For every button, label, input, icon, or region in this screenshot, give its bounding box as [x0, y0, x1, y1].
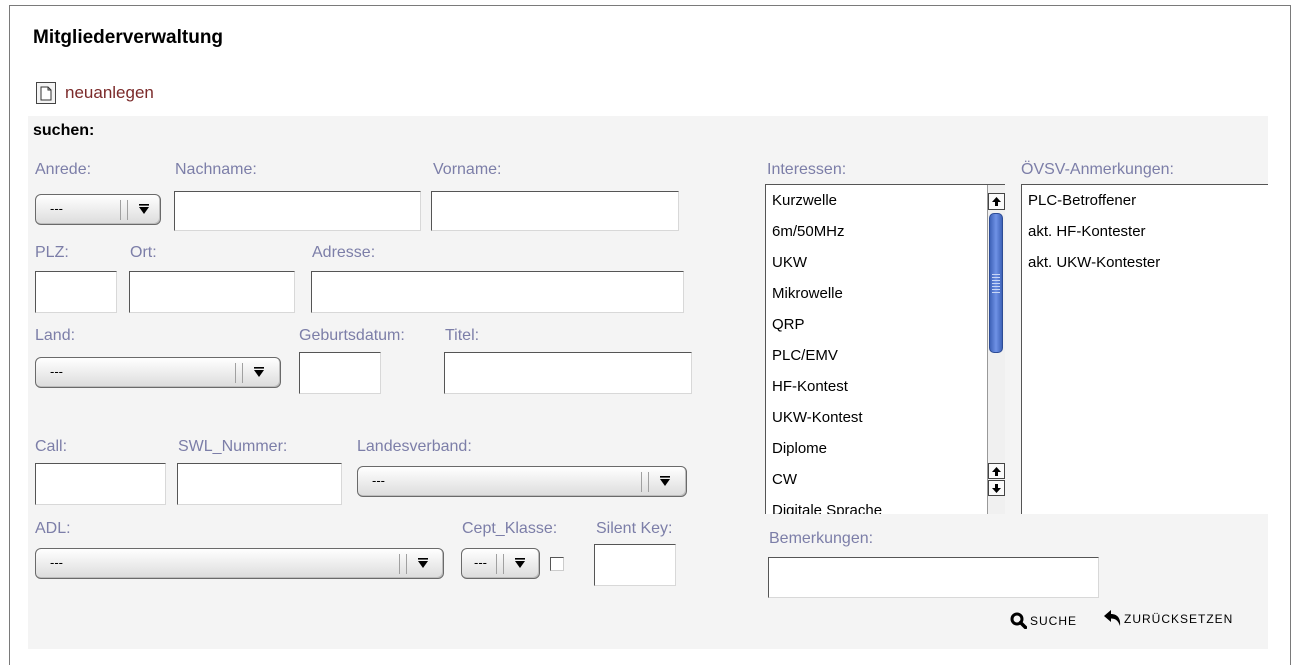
- plz-input[interactable]: [35, 271, 117, 313]
- list-item[interactable]: PLC/EMV: [766, 340, 988, 371]
- silent-key-label: Silent Key:: [596, 520, 673, 537]
- oevsv-listbox[interactable]: PLC-Betroffener akt. HF-Kontester akt. U…: [1021, 184, 1268, 514]
- ort-label: Ort:: [130, 244, 157, 261]
- interessen-scrollbar[interactable]: [987, 185, 1005, 514]
- anrede-label: Anrede:: [35, 161, 92, 178]
- vorname-input[interactable]: [431, 191, 679, 231]
- list-item[interactable]: 6m/50MHz: [766, 216, 988, 247]
- titel-input[interactable]: [444, 352, 692, 394]
- geburtsdatum-label: Geburtsdatum:: [299, 327, 405, 344]
- titel-label: Titel:: [445, 327, 480, 344]
- call-input[interactable]: [35, 463, 166, 505]
- undo-arrow-icon: [1103, 610, 1122, 627]
- new-entry-link[interactable]: neuanlegen: [65, 83, 154, 103]
- land-label: Land:: [35, 327, 76, 344]
- bemerkungen-label: Bemerkungen:: [769, 530, 874, 547]
- search-heading: suchen:: [33, 122, 95, 139]
- list-item[interactable]: Kurzwelle: [766, 185, 988, 216]
- reset-button-label: ZURÜCKSETZEN: [1124, 611, 1234, 626]
- list-item[interactable]: QRP: [766, 309, 988, 340]
- list-item[interactable]: HF-Kontest: [766, 371, 988, 402]
- page-title: Mitgliederverwaltung: [33, 27, 224, 48]
- adl-label: ADL:: [35, 520, 71, 537]
- select-grip: [235, 363, 243, 383]
- plz-label: PLZ:: [35, 244, 69, 261]
- vorname-label: Vorname:: [433, 161, 502, 178]
- list-item[interactable]: Diplome: [766, 433, 988, 464]
- ort-input[interactable]: [129, 271, 295, 313]
- bemerkungen-input[interactable]: [768, 557, 1099, 598]
- geburtsdatum-input[interactable]: [299, 352, 381, 394]
- document-icon[interactable]: [36, 82, 56, 104]
- reset-button[interactable]: ZURÜCKSETZEN: [1103, 610, 1233, 627]
- silent-key-checkbox[interactable]: [550, 557, 564, 571]
- chevron-down-icon[interactable]: [134, 199, 154, 219]
- list-item[interactable]: UKW-Kontest: [766, 402, 988, 433]
- adl-select-value: ---: [50, 555, 63, 570]
- list-item[interactable]: PLC-Betroffener: [1022, 185, 1268, 216]
- new-entry-link-group[interactable]: neuanlegen: [36, 80, 154, 106]
- landesverband-select[interactable]: ---: [357, 466, 687, 497]
- chevron-down-icon[interactable]: [413, 553, 433, 573]
- search-button-label: SUCHE: [1030, 613, 1078, 628]
- scroll-thumb[interactable]: [989, 213, 1003, 353]
- call-label: Call:: [35, 438, 68, 455]
- select-grip: [120, 200, 128, 220]
- chevron-down-icon[interactable]: [655, 471, 675, 491]
- list-item[interactable]: akt. UKW-Kontester: [1022, 247, 1268, 278]
- interessen-listbox[interactable]: Kurzwelle 6m/50MHz UKW Mikrowelle QRP PL…: [765, 184, 1005, 514]
- scroll-up-small-icon[interactable]: [988, 463, 1005, 479]
- select-grip: [399, 554, 407, 574]
- land-select[interactable]: ---: [35, 357, 281, 388]
- magnifier-icon: [1010, 612, 1027, 629]
- oevsv-label: ÖVSV-Anmerkungen:: [1021, 161, 1174, 178]
- select-grip: [496, 554, 504, 574]
- interessen-label: Interessen:: [767, 161, 847, 178]
- cept-select-value: ---: [474, 555, 487, 570]
- scroll-up-icon[interactable]: [988, 193, 1005, 210]
- search-button[interactable]: SUCHE: [1010, 612, 1077, 629]
- adresse-input[interactable]: [311, 271, 684, 313]
- scroll-down-icon[interactable]: [988, 480, 1005, 496]
- list-item[interactable]: akt. HF-Kontester: [1022, 216, 1268, 247]
- swl-input[interactable]: [177, 463, 342, 505]
- cept-select[interactable]: ---: [461, 548, 540, 579]
- landesverband-select-value: ---: [372, 473, 385, 488]
- nachname-input[interactable]: [174, 191, 421, 231]
- landesverband-label: Landesverband:: [357, 438, 472, 455]
- adresse-label: Adresse:: [312, 244, 376, 261]
- select-grip: [641, 472, 649, 492]
- list-item[interactable]: Digitale Sprache: [766, 495, 988, 514]
- anrede-select-value: ---: [50, 201, 63, 216]
- anrede-select[interactable]: ---: [35, 194, 161, 225]
- list-item[interactable]: CW: [766, 464, 988, 495]
- swl-label: SWL_Nummer:: [178, 438, 288, 455]
- list-item[interactable]: UKW: [766, 247, 988, 278]
- list-item[interactable]: Mikrowelle: [766, 278, 988, 309]
- nachname-label: Nachname:: [175, 161, 257, 178]
- cept-label: Cept_Klasse:: [462, 520, 558, 537]
- land-select-value: ---: [50, 364, 63, 379]
- chevron-down-icon[interactable]: [510, 553, 530, 573]
- chevron-down-icon[interactable]: [249, 362, 269, 382]
- silent-key-input[interactable]: [594, 544, 676, 586]
- adl-select[interactable]: ---: [35, 548, 444, 579]
